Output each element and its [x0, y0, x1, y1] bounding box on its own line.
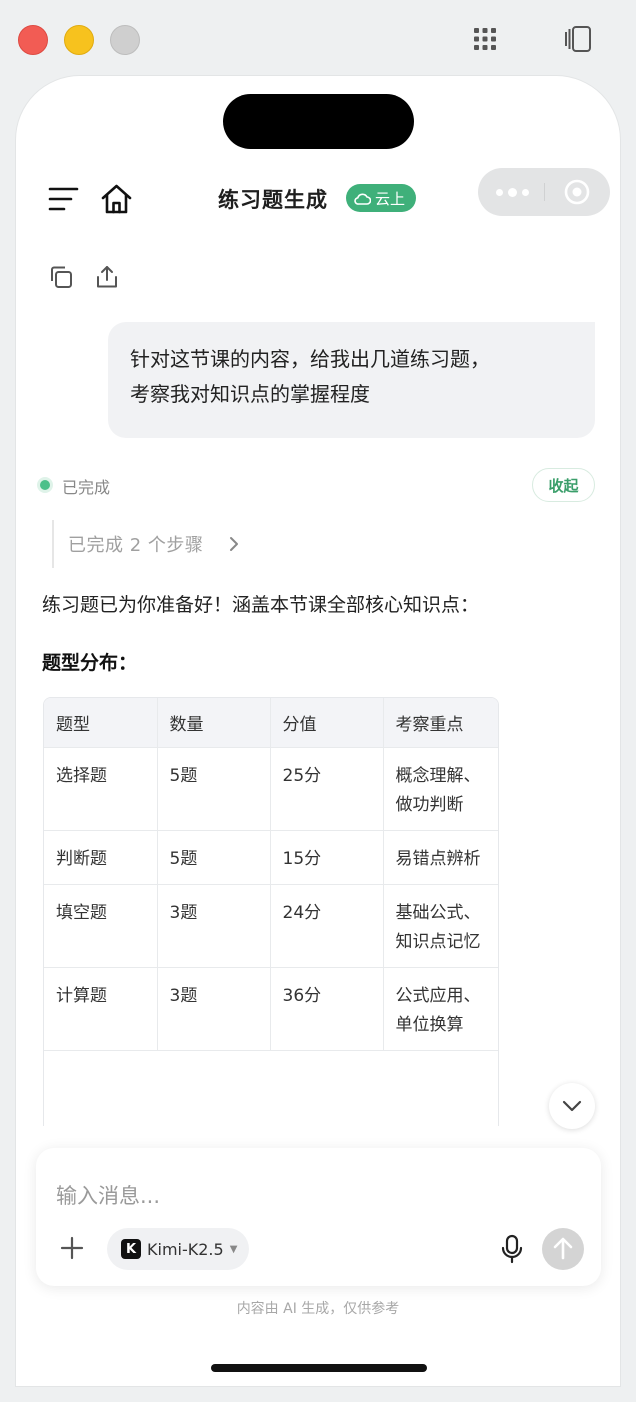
table-row: 计算题 3题 36分 公式应用、单位换算 — [44, 967, 498, 1051]
answer-subheading: 题型分布： — [42, 652, 138, 674]
miniapp-capsule — [478, 168, 610, 216]
table-header-cell: 考察重点 — [383, 698, 498, 748]
app-window: 练习题生成 云上 针对这节课的内容，给我出几道练习题， 考察我对知识点的掌握程度… — [0, 0, 636, 1402]
status-dot — [40, 480, 50, 490]
table-row: 选择题 5题 25分 概念理解、做功判断 — [44, 747, 498, 831]
question-type-table: 题型 数量 分值 考察重点 选择题 5题 25分 概念理解、做功判断 判断题 5… — [43, 697, 499, 1126]
table-cell: 易错点辨析 — [383, 830, 498, 885]
send-arrow-icon — [553, 1237, 573, 1260]
window-titlebar — [0, 0, 636, 76]
table-cell: 公式应用、单位换算 — [383, 967, 498, 1051]
sidebar-toggle-icon[interactable] — [564, 24, 594, 54]
table-header-row: 题型 数量 分值 考察重点 — [44, 698, 498, 748]
table-cell: 5题 — [157, 747, 271, 831]
table-cell: 基础公式、知识点记忆 — [383, 884, 498, 968]
chevron-right-icon[interactable] — [226, 534, 242, 554]
zoom-window-button[interactable] — [110, 25, 140, 55]
minimize-window-button[interactable] — [64, 25, 94, 55]
table-cell: 25分 — [270, 747, 384, 831]
table-cell: 36分 — [270, 967, 384, 1051]
table-cell: 填空题 — [44, 884, 158, 968]
table-cell: 3题 — [157, 884, 271, 968]
table-cell: 3题 — [157, 967, 271, 1051]
answer-intro: 练习题已为你准备好！涵盖本节课全部核心知识点： — [42, 594, 480, 616]
composer-panel: 输入消息... K Kimi-K2.5 ▼ — [36, 1148, 601, 1286]
more-dots-icon[interactable] — [496, 188, 529, 197]
capsule-divider — [544, 183, 545, 201]
model-name: Kimi-K2.5 — [147, 1239, 224, 1259]
table-cell: 5题 — [157, 830, 271, 885]
cloud-icon — [354, 193, 371, 205]
plus-icon[interactable] — [60, 1236, 84, 1260]
model-selector[interactable]: K Kimi-K2.5 ▼ — [107, 1228, 250, 1270]
kimi-logo-icon: K — [121, 1239, 141, 1259]
ai-disclaimer: 内容由 AI 生成，仅供参考 — [236, 1301, 400, 1317]
menu-icon[interactable] — [48, 186, 80, 212]
message-input[interactable]: 输入消息... — [56, 1180, 160, 1210]
table-cell: 判断题 — [44, 830, 158, 885]
copy-icon[interactable] — [48, 264, 74, 290]
table-row: 填空题 3题 24分 基础公式、知识点记忆 — [44, 884, 498, 968]
collapse-button[interactable]: 收起 — [532, 468, 595, 502]
target-icon[interactable] — [564, 179, 590, 205]
completed-steps-link[interactable]: 已完成 2 个步骤 — [68, 531, 203, 557]
chevron-down-icon — [562, 1100, 582, 1112]
cloud-badge: 云上 — [346, 184, 417, 212]
home-indicator[interactable] — [211, 1364, 427, 1372]
send-button[interactable] — [542, 1228, 584, 1270]
table-header-cell: 分值 — [270, 698, 384, 748]
cloud-badge-label: 云上 — [375, 189, 406, 208]
close-window-button[interactable] — [18, 25, 48, 55]
page-title: 练习题生成 — [218, 188, 328, 212]
scroll-to-bottom-button[interactable] — [549, 1083, 595, 1129]
microphone-icon[interactable] — [500, 1234, 524, 1264]
table-header-cell: 数量 — [157, 698, 271, 748]
user-message-line: 针对这节课的内容，给我出几道练习题， — [130, 347, 490, 371]
table-row: 判断题 5题 15分 易错点辨析 — [44, 830, 498, 885]
table-cell: 24分 — [270, 884, 384, 968]
table-header-cell: 题型 — [44, 698, 158, 748]
table-cell: 概念理解、做功判断 — [383, 747, 498, 831]
caret-down-icon: ▼ — [229, 1243, 238, 1255]
table-cell: 15分 — [270, 830, 384, 885]
status-text: 已完成 — [62, 478, 111, 497]
table-cell: 选择题 — [44, 747, 158, 831]
share-icon[interactable] — [94, 264, 120, 290]
dynamic-island — [223, 94, 414, 149]
grid-icon[interactable] — [470, 24, 500, 54]
home-icon[interactable] — [100, 183, 133, 215]
user-message-bubble: 针对这节课的内容，给我出几道练习题， 考察我对知识点的掌握程度 — [108, 322, 595, 438]
user-message-line: 考察我对知识点的掌握程度 — [130, 382, 370, 406]
steps-rail — [52, 520, 54, 568]
table-cell: 计算题 — [44, 967, 158, 1051]
